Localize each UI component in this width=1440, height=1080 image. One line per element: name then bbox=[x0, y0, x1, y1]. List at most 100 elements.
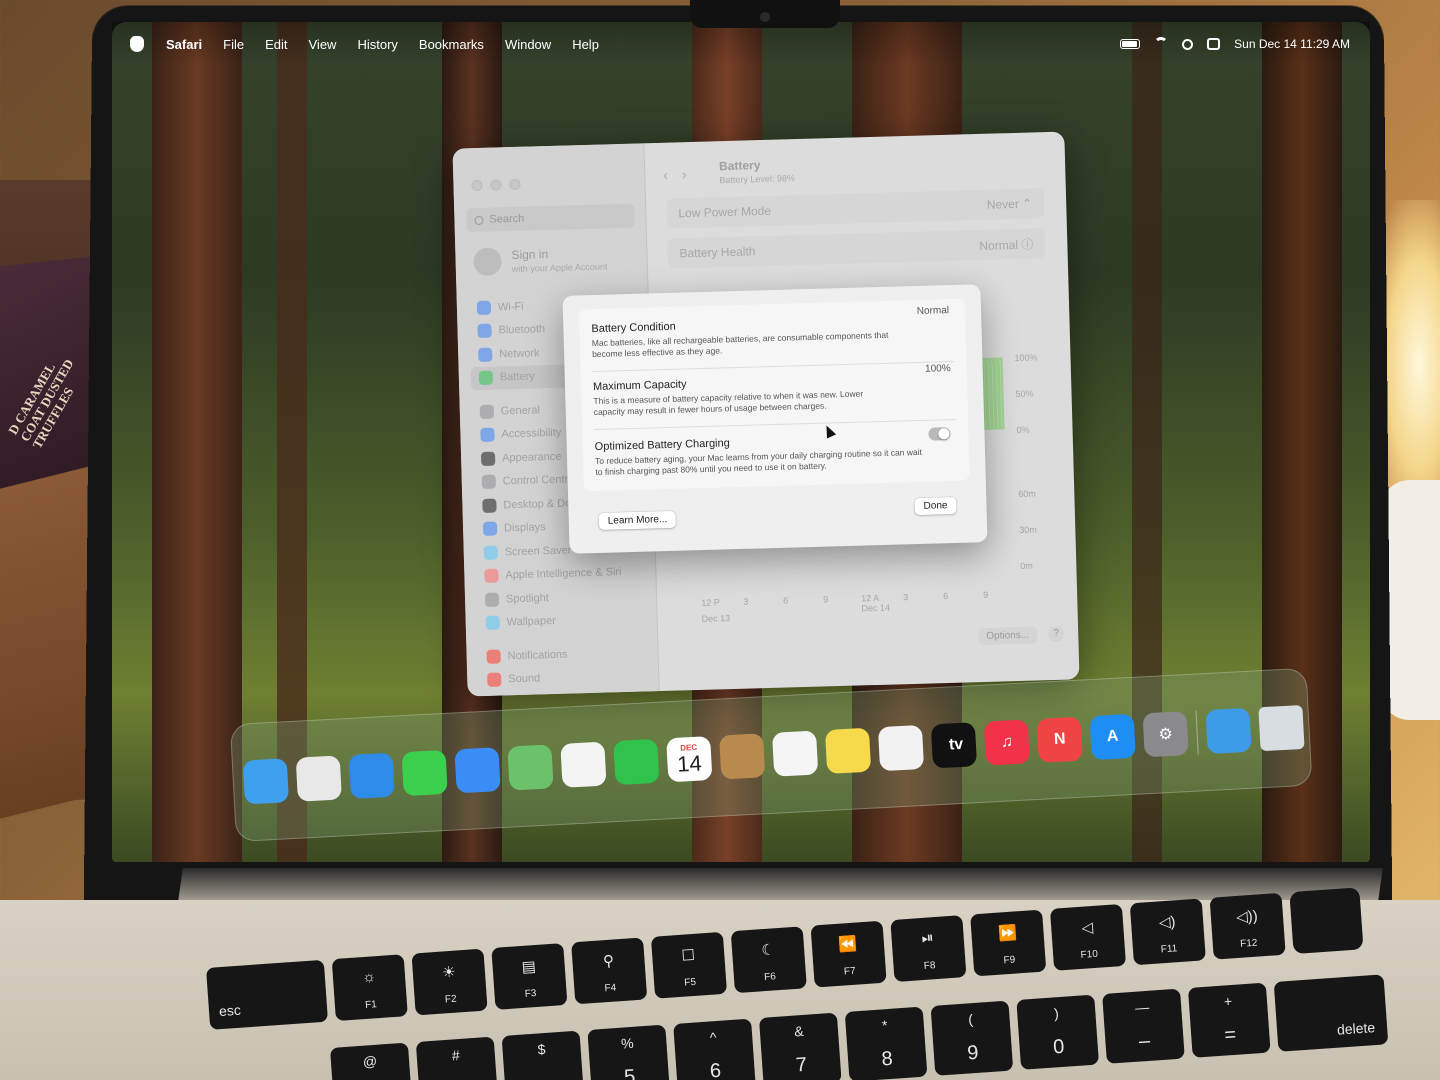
key-label: F9 bbox=[1003, 954, 1016, 967]
dock-trash-icon[interactable] bbox=[1258, 705, 1305, 752]
key-number[interactable]: + = bbox=[1187, 982, 1271, 1058]
dock-freeform-icon[interactable] bbox=[877, 724, 925, 772]
key-f5[interactable]: ☐ F5 bbox=[650, 931, 728, 999]
key-number[interactable]: # bbox=[415, 1036, 499, 1080]
learn-more-button[interactable]: Learn More... bbox=[598, 510, 677, 530]
low-power-mode-row[interactable]: Low Power Mode Never ⌃ bbox=[665, 188, 1045, 229]
key-number[interactable]: ^ 6 bbox=[673, 1018, 756, 1080]
menu-help[interactable]: Help bbox=[572, 37, 599, 52]
key-icon: ☐ bbox=[681, 946, 696, 965]
key-number[interactable]: @ bbox=[330, 1042, 413, 1080]
key-shift-symbol: & bbox=[793, 1022, 805, 1040]
key-f1[interactable]: ☼ F1 bbox=[331, 954, 408, 1022]
key-icon: ▤ bbox=[521, 958, 537, 976]
calendar-day: 14 bbox=[676, 750, 703, 777]
sidebar-item-icon bbox=[476, 300, 492, 315]
dock-notes-icon[interactable] bbox=[824, 727, 872, 774]
menubar-clock[interactable]: Sun Dec 14 11:29 AM bbox=[1234, 37, 1350, 51]
optimized-charging-toggle[interactable] bbox=[928, 427, 951, 441]
menu-app-name[interactable]: Safari bbox=[166, 37, 202, 52]
search-icon bbox=[474, 215, 484, 225]
sidebar-item-label: Control Centre bbox=[502, 473, 575, 488]
dock-photos-icon[interactable] bbox=[560, 741, 607, 788]
dock-calendar-icon[interactable]: DEC 14 bbox=[666, 736, 713, 783]
menu-window[interactable]: Window bbox=[505, 37, 551, 52]
dock-messages-icon[interactable] bbox=[401, 749, 448, 797]
dock-finder-icon[interactable] bbox=[242, 758, 289, 805]
apple-menu-icon[interactable] bbox=[130, 36, 144, 52]
key-f6[interactable]: ☾ F6 bbox=[730, 926, 807, 994]
key-f2[interactable]: ☀ F2 bbox=[411, 948, 488, 1016]
dock-reminders-icon[interactable] bbox=[772, 730, 819, 777]
battery-condition-label: Battery Condition bbox=[591, 320, 676, 336]
key-f8[interactable]: ⏯ F8 bbox=[890, 915, 967, 982]
zoom-button[interactable] bbox=[509, 178, 521, 191]
key-f12[interactable]: ◁)) F12 bbox=[1209, 892, 1286, 960]
battery-icon[interactable] bbox=[1120, 39, 1141, 49]
dock-maps-icon[interactable] bbox=[507, 744, 554, 791]
menu-view[interactable]: View bbox=[309, 37, 337, 52]
key-f11[interactable]: ◁) F11 bbox=[1129, 898, 1206, 966]
done-button[interactable]: Done bbox=[914, 496, 957, 516]
x-tick: 3 bbox=[743, 596, 749, 607]
touch-id-key[interactable] bbox=[1289, 887, 1364, 955]
dock-launchpad-icon[interactable] bbox=[295, 755, 342, 802]
minimize-button[interactable] bbox=[490, 179, 502, 191]
sidebar-item-sound[interactable]: Sound bbox=[479, 664, 650, 692]
dock-downloads-icon[interactable] bbox=[1205, 707, 1252, 755]
key-f9[interactable]: ⏩ F9 bbox=[970, 909, 1047, 977]
dock-music-icon[interactable]: ♫ bbox=[983, 719, 1030, 766]
key-f7[interactable]: ⏪ F7 bbox=[810, 920, 887, 988]
dock-glyph: tv bbox=[944, 735, 964, 754]
key-esc[interactable]: esc bbox=[206, 959, 329, 1030]
key-label: – bbox=[1138, 1029, 1151, 1053]
key-icon: ◁ bbox=[1080, 919, 1094, 937]
key-number[interactable]: (9 bbox=[930, 1000, 1014, 1076]
key-number[interactable]: * 8 bbox=[844, 1006, 928, 1080]
key-label: 7 bbox=[795, 1053, 808, 1077]
dock-tv-icon[interactable]: tv bbox=[930, 722, 978, 769]
options-button[interactable]: Options... bbox=[978, 626, 1038, 646]
spotlight-icon[interactable] bbox=[1182, 38, 1194, 50]
help-button[interactable]: ? bbox=[1048, 625, 1065, 643]
key-number[interactable]: $ bbox=[501, 1030, 585, 1080]
key-number[interactable]: ) 0 bbox=[1016, 994, 1100, 1070]
key-f4[interactable]: ⚲ F4 bbox=[571, 937, 648, 1005]
low-power-mode-value[interactable]: Never ⌃ bbox=[987, 196, 1033, 211]
dock-news-icon[interactable]: N bbox=[1036, 716, 1083, 763]
dock-app-store-icon[interactable]: A bbox=[1089, 713, 1136, 761]
battery-health-value[interactable]: Normal ⓘ bbox=[979, 235, 1033, 254]
dock-system-settings-icon[interactable]: ⚙ bbox=[1142, 711, 1189, 758]
y-tick-level: 100% bbox=[1014, 352, 1038, 364]
battery-health-sheet: Battery Condition Mac batteries, like al… bbox=[562, 284, 988, 554]
dock-separator bbox=[1195, 710, 1199, 755]
dock-safari-icon[interactable] bbox=[348, 752, 395, 799]
key-label: F7 bbox=[843, 965, 857, 978]
menu-file[interactable]: File bbox=[223, 37, 244, 52]
sidebar-item-label: Spotlight bbox=[505, 591, 550, 606]
battery-condition-row: Battery Condition Mac batteries, like al… bbox=[591, 305, 956, 360]
key-label: 0 bbox=[1052, 1035, 1066, 1059]
key-number[interactable]: % 5 bbox=[587, 1024, 671, 1080]
settings-search-input[interactable]: Search bbox=[466, 203, 635, 233]
key-f3[interactable]: ▤ F3 bbox=[491, 943, 568, 1010]
sign-in-item[interactable]: Sign in with your Apple Account bbox=[473, 244, 608, 277]
key-number[interactable]: & 7 bbox=[758, 1012, 842, 1080]
key-f10[interactable]: ◁ F10 bbox=[1049, 903, 1127, 971]
battery-health-row[interactable]: Battery Health Normal ⓘ bbox=[667, 228, 1046, 269]
menu-bookmarks[interactable]: Bookmarks bbox=[419, 37, 484, 52]
x-tick: 12 P bbox=[701, 597, 720, 608]
key-number[interactable]: — – bbox=[1102, 988, 1185, 1064]
key-shift-symbol: ( bbox=[967, 1011, 974, 1028]
dock-contacts-icon[interactable] bbox=[719, 733, 766, 780]
x-date: Dec 14 bbox=[861, 602, 891, 614]
control-centre-icon[interactable] bbox=[1207, 38, 1221, 50]
dock-mail-icon[interactable] bbox=[454, 747, 501, 794]
menu-edit[interactable]: Edit bbox=[265, 37, 287, 52]
wifi-icon[interactable] bbox=[1154, 37, 1169, 51]
close-button[interactable] bbox=[471, 179, 483, 192]
back-forward-buttons[interactable]: ‹› bbox=[663, 166, 701, 183]
key-delete[interactable]: delete bbox=[1273, 974, 1389, 1052]
dock-facetime-icon[interactable] bbox=[613, 738, 660, 786]
menu-history[interactable]: History bbox=[357, 37, 397, 52]
